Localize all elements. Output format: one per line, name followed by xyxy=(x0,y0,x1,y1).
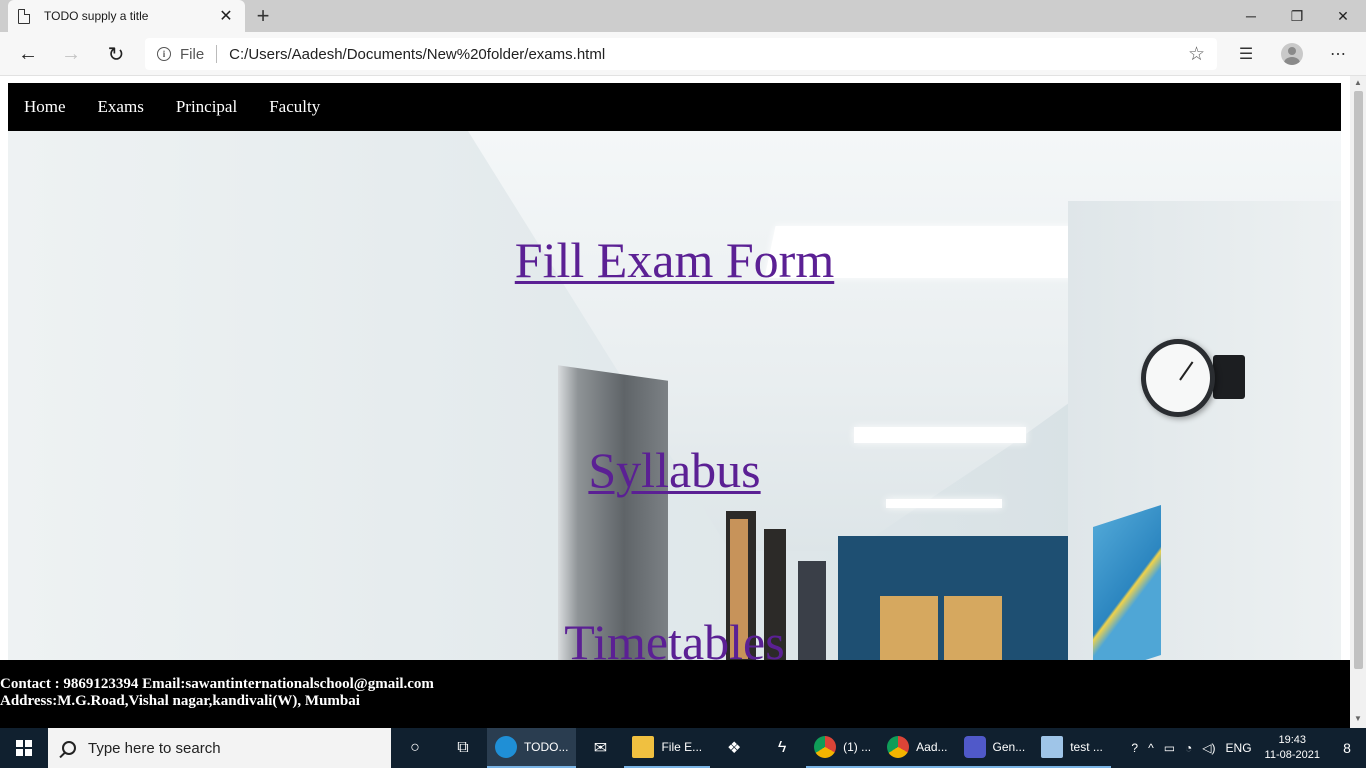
footer-contact: Contact : 9869123394 Email:sawantinterna… xyxy=(0,676,434,692)
notepad-icon xyxy=(1041,736,1064,758)
favorites-icon[interactable]: ☰ xyxy=(1230,38,1262,70)
taskbar-app-label: TODO... xyxy=(524,740,569,754)
tab-strip: TODO supply a title ✕ + ─ ❐ ✕ xyxy=(0,0,1366,32)
timetables-link[interactable]: Timetables xyxy=(8,613,1341,661)
page-icon xyxy=(18,8,30,24)
help-icon[interactable]: ? xyxy=(1131,741,1138,755)
site-navbar: Home Exams Principal Faculty xyxy=(8,83,1341,131)
vertical-scrollbar[interactable]: ▲ ▼ xyxy=(1350,76,1366,728)
taskbar-app-edge[interactable]: TODO... xyxy=(487,728,577,768)
chrome-icon xyxy=(887,736,910,758)
new-tab-plus-icon[interactable]: + xyxy=(252,3,274,29)
system-tray: ? ^ ▭ ◔ ◁) ENG 19:43 11-08-2021 8 xyxy=(1126,728,1366,768)
profile-avatar[interactable] xyxy=(1276,38,1308,70)
scroll-down-arrow[interactable]: ▼ xyxy=(1354,714,1362,723)
taskbar-search-box[interactable]: Type here to search xyxy=(48,728,391,768)
taskbar-app-label: test ... xyxy=(1070,740,1103,754)
notification-count: 8 xyxy=(1343,740,1351,756)
taskbar-app-label: File E... xyxy=(661,740,703,754)
divider xyxy=(216,45,218,63)
address-toolbar: ← → ↻ i File C:/Users/Aadesh/Documents/N… xyxy=(0,32,1366,76)
chrome-icon xyxy=(814,736,837,758)
close-tab-icon[interactable]: ✕ xyxy=(217,6,235,26)
url-text[interactable]: C:/Users/Aadesh/Documents/New%20folder/e… xyxy=(229,46,1188,63)
site-footer: Contact : 9869123394 Email:sawantinterna… xyxy=(0,660,1350,728)
scroll-up-arrow[interactable]: ▲ xyxy=(1354,78,1362,87)
refresh-icon[interactable]: ↻ xyxy=(100,38,132,70)
taskbar-app-label: (1) ... xyxy=(843,740,872,754)
edge-icon xyxy=(495,736,517,758)
back-arrow-icon[interactable]: ← xyxy=(12,38,44,70)
hallway-background-image: Fill Exam Form Syllabus Timetables xyxy=(8,131,1341,661)
taskbar-app-chrome-1[interactable]: (1) ... xyxy=(806,728,880,768)
taskbar-app-notepad[interactable]: test ... xyxy=(1033,728,1111,768)
nav-exams-link[interactable]: Exams xyxy=(82,97,160,117)
tab-title: TODO supply a title xyxy=(44,9,149,23)
avatar xyxy=(1281,43,1303,65)
taskbar-app-chrome-2[interactable]: Aad... xyxy=(879,728,956,768)
forward-arrow-icon[interactable]: → xyxy=(55,38,87,70)
taskbar-app-teams[interactable]: Gen... xyxy=(955,728,1034,768)
search-icon xyxy=(62,741,76,755)
more-icon[interactable]: ⋯ xyxy=(1322,38,1354,70)
taskbar-app-file-explorer[interactable]: File E... xyxy=(624,728,711,768)
close-window-button[interactable]: ✕ xyxy=(1320,0,1366,32)
scheme-label: File xyxy=(180,45,205,63)
page-viewport: Home Exams Principal Faculty Fill Exam F… xyxy=(0,76,1366,728)
chevron-up-icon[interactable]: ^ xyxy=(1148,741,1154,755)
info-icon[interactable]: i xyxy=(157,47,171,61)
wifi-icon[interactable]: ◔ xyxy=(1185,741,1192,755)
wall-clock xyxy=(1141,339,1215,417)
syllabus-link[interactable]: Syllabus xyxy=(8,441,1341,499)
clock-mount xyxy=(1213,355,1245,399)
ceiling-light xyxy=(886,499,1002,508)
cortana-icon[interactable]: ○ xyxy=(391,728,439,768)
volume-icon[interactable]: ◁) xyxy=(1202,741,1215,755)
nav-faculty-link[interactable]: Faculty xyxy=(253,97,336,117)
minimize-button[interactable]: ─ xyxy=(1228,0,1274,32)
task-view-icon[interactable]: ⧉ xyxy=(439,728,487,768)
taskbar-app-label: Gen... xyxy=(992,740,1026,754)
browser-tab[interactable]: TODO supply a title ✕ xyxy=(8,0,245,32)
mail-icon[interactable]: ✉ xyxy=(576,728,624,768)
language-indicator[interactable]: ENG xyxy=(1226,741,1252,755)
star-icon[interactable]: ☆ xyxy=(1188,43,1205,66)
nav-principal-link[interactable]: Principal xyxy=(160,97,253,117)
footer-address: Address:M.G.Road,Vishal nagar,kandivali(… xyxy=(0,693,360,709)
search-placeholder: Type here to search xyxy=(88,739,221,757)
teams-icon xyxy=(963,736,986,758)
bolt-app-icon[interactable]: ϟ xyxy=(758,728,806,768)
clock-time: 19:43 xyxy=(1278,734,1307,746)
scroll-thumb[interactable] xyxy=(1354,91,1363,669)
taskbar: Type here to search ○ ⧉ TODO... ✉ File E… xyxy=(0,728,1366,768)
taskbar-clock[interactable]: 19:43 11-08-2021 xyxy=(1265,733,1320,763)
fill-exam-form-link[interactable]: Fill Exam Form xyxy=(8,231,1341,289)
taskbar-app-label: Aad... xyxy=(916,740,948,754)
windows-logo-icon xyxy=(16,740,32,756)
nav-home-link[interactable]: Home xyxy=(8,97,82,117)
dropbox-icon[interactable]: ❖ xyxy=(710,728,758,768)
folder-icon xyxy=(632,736,655,758)
windows-start-button[interactable] xyxy=(0,728,48,768)
battery-icon[interactable]: ▭ xyxy=(1164,741,1175,755)
notification-center-icon[interactable]: 8 xyxy=(1328,728,1366,768)
address-bar[interactable]: i File C:/Users/Aadesh/Documents/New%20f… xyxy=(145,38,1217,70)
restore-button[interactable]: ❐ xyxy=(1274,0,1320,32)
clock-date: 11-08-2021 xyxy=(1264,749,1320,761)
